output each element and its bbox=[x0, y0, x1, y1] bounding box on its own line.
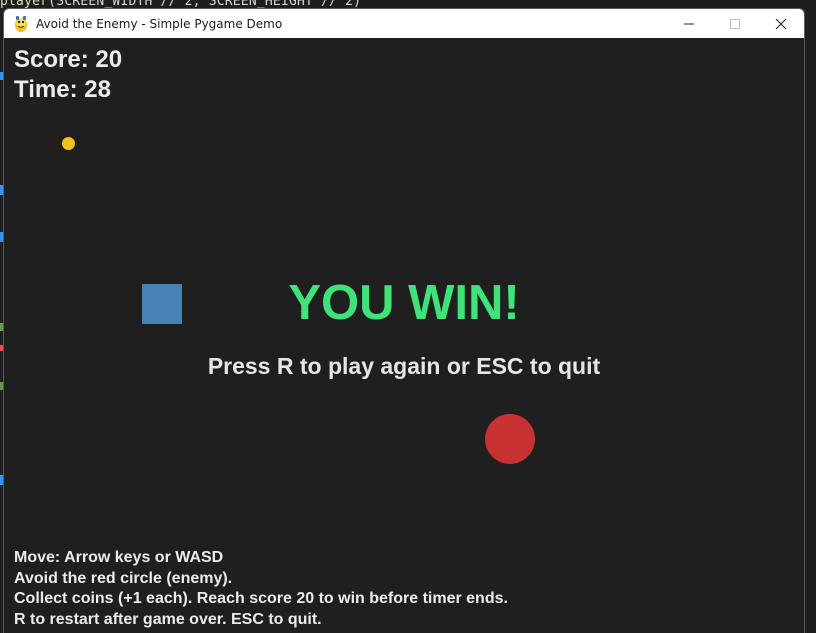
enemy-circle bbox=[485, 414, 535, 464]
score-display: Score: 20 bbox=[14, 46, 123, 73]
title-bar[interactable]: Avoid the Enemy - Simple Pygame Demo bbox=[4, 9, 804, 38]
instruction-line: Avoid the red circle (enemy). bbox=[14, 569, 233, 587]
game-canvas[interactable]: Score: 20 Time: 28 YOU WIN! Press R to p… bbox=[4, 38, 804, 633]
time-display: Time: 28 bbox=[14, 76, 111, 103]
window-title: Avoid the Enemy - Simple Pygame Demo bbox=[36, 16, 283, 31]
maximize-button[interactable] bbox=[712, 9, 758, 38]
close-button[interactable] bbox=[758, 9, 804, 38]
maximize-icon bbox=[730, 18, 740, 29]
minimize-icon bbox=[684, 23, 694, 24]
minimize-button[interactable] bbox=[666, 9, 712, 38]
coin bbox=[62, 137, 75, 150]
game-window: Avoid the Enemy - Simple Pygame Demo Sco… bbox=[3, 8, 805, 633]
restart-prompt: Press R to play again or ESC to quit bbox=[207, 353, 601, 379]
pygame-snake-icon bbox=[15, 15, 27, 32]
instructions: Move: Arrow keys or WASD Avoid the red c… bbox=[14, 548, 508, 630]
background-editor-code: player(SCREEN_WIDTH // 2, SCREEN_HEIGHT … bbox=[0, 0, 361, 9]
instruction-line: Collect coins (+1 each). Reach score 20 … bbox=[14, 590, 508, 608]
instruction-line: R to restart after game over. ESC to qui… bbox=[14, 610, 322, 628]
close-icon bbox=[775, 18, 787, 29]
win-headline: YOU WIN! bbox=[288, 276, 520, 330]
instruction-line: Move: Arrow keys or WASD bbox=[14, 549, 224, 566]
